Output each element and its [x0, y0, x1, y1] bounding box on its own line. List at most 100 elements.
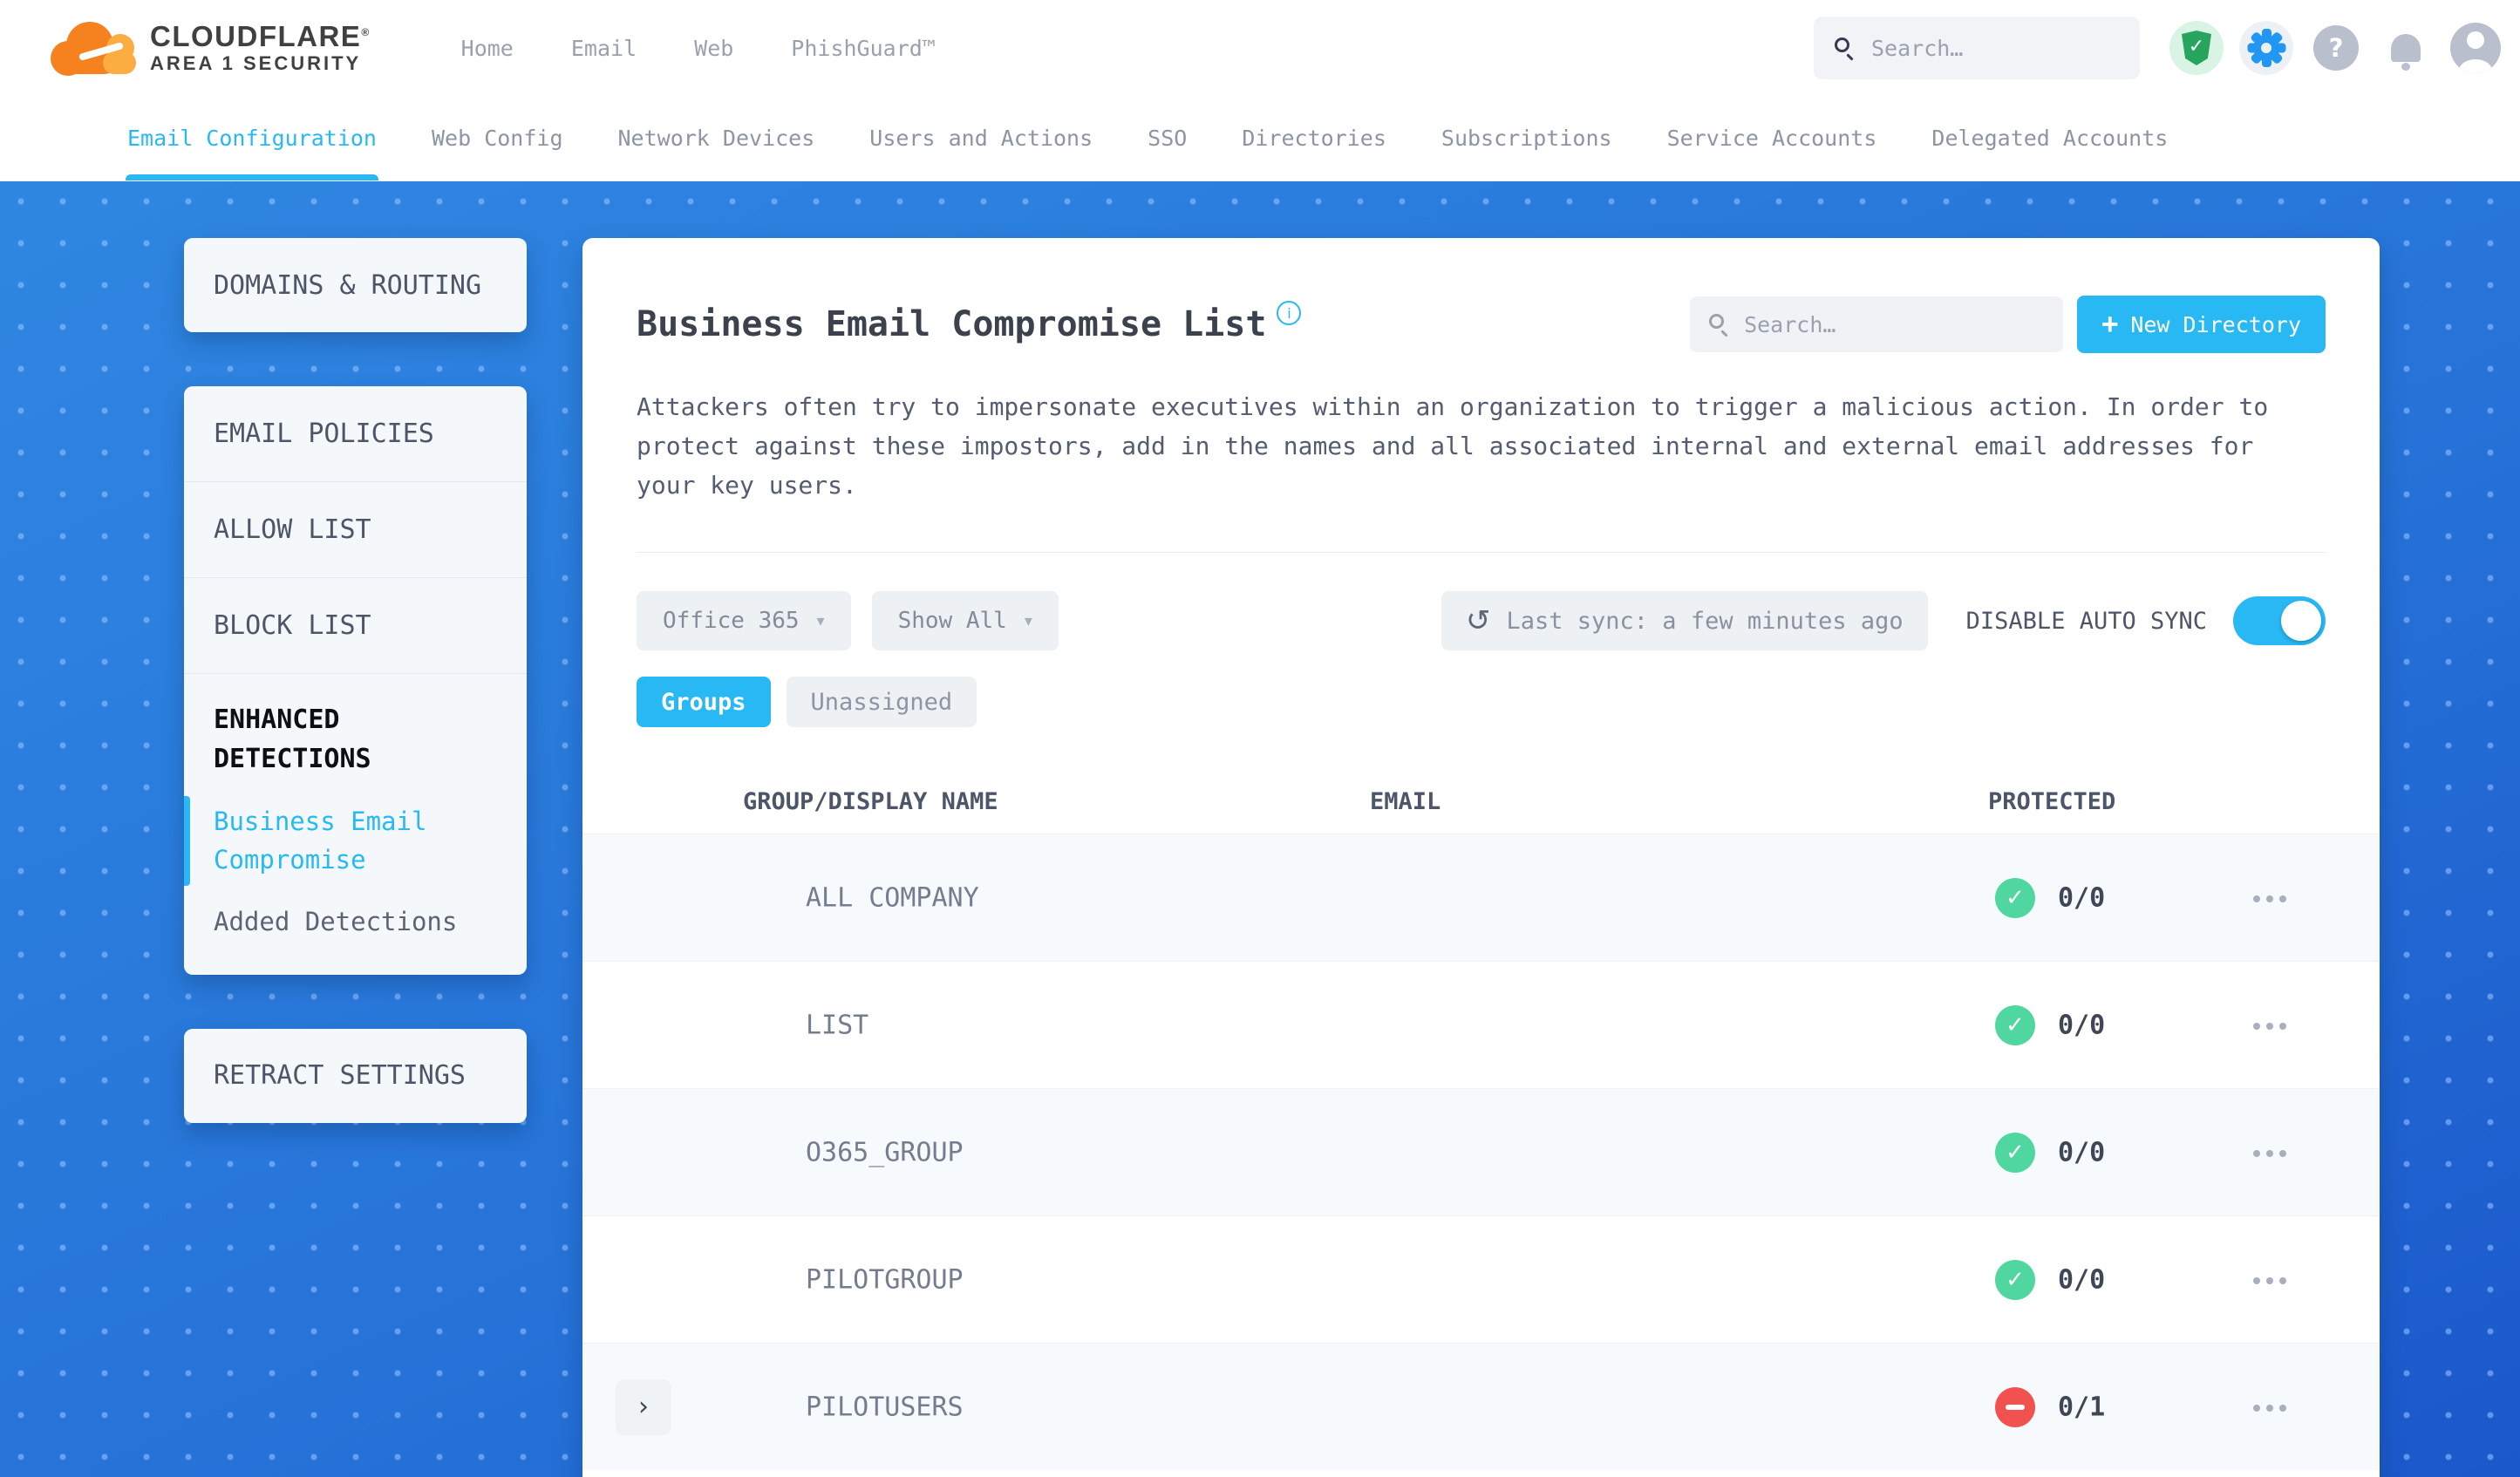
table-row[interactable]: › ALL COMPANY ✓ 0/0: [582, 834, 2380, 962]
protected-check-badge: ✓: [1995, 1132, 2035, 1173]
show-filter-dropdown[interactable]: Show All ▾: [871, 591, 1059, 651]
group-icon: [741, 1263, 783, 1297]
tab-directories[interactable]: Directories: [1242, 96, 1386, 180]
group-name: LIST: [806, 1010, 869, 1041]
registered-mark: ®: [361, 26, 371, 39]
tab-email-configuration[interactable]: Email Configuration: [126, 96, 378, 180]
security-status-button[interactable]: ✓: [2169, 21, 2224, 75]
group-name: O365_GROUP: [806, 1137, 964, 1168]
chevron-down-icon: ▾: [816, 611, 825, 630]
last-sync-text: Last sync: a few minutes ago: [1506, 607, 1904, 635]
group-icon: [741, 1136, 783, 1169]
tab-service-accounts[interactable]: Service Accounts: [1667, 96, 1877, 180]
cloudflare-logo[interactable]: CLOUDFLARE® AREA 1 SECURITY: [49, 20, 371, 76]
protected-count: 0/0: [2058, 1137, 2106, 1168]
logo-line1: CLOUDFLARE: [150, 20, 362, 53]
last-sync-button[interactable]: ↺ Last sync: a few minutes ago: [1441, 591, 1928, 651]
sidebar-enhanced-detections-section: ENHANCED DETECTIONS Business Email Compr…: [184, 674, 527, 975]
notifications-button[interactable]: [2379, 21, 2433, 75]
info-icon[interactable]: i: [1277, 301, 1302, 325]
directory-source-dropdown[interactable]: Office 365 ▾: [637, 591, 851, 651]
header-controls: + New Directory: [1690, 296, 2326, 353]
row-menu-button[interactable]: [2253, 1017, 2292, 1034]
tab-groups[interactable]: Groups: [637, 677, 771, 728]
protected-check-badge: ✓: [1995, 1004, 2035, 1045]
page-description: Attackers often try to impersonate execu…: [637, 392, 2269, 500]
sidebar-item-added-detections[interactable]: Added Detections: [214, 903, 497, 942]
search-icon: [1835, 37, 1856, 61]
sidebar-item-allow-list[interactable]: ALLOW LIST: [184, 482, 527, 578]
sidebar: DOMAINS & ROUTING EMAIL POLICIES ALLOW L…: [184, 238, 527, 1177]
top-nav-phishguard[interactable]: PhishGuard™: [791, 36, 936, 61]
tab-unassigned[interactable]: Unassigned: [786, 677, 977, 728]
row-menu-button[interactable]: [2253, 889, 2292, 907]
table-row[interactable]: › LIST ✓ 0/0: [582, 961, 2380, 1088]
search-icon: [1709, 314, 1730, 337]
config-subnav: Email Configuration Web Config Network D…: [0, 96, 2520, 180]
tab-users-and-actions[interactable]: Users and Actions: [869, 96, 1093, 180]
sidebar-item-domains-routing[interactable]: DOMAINS & ROUTING: [184, 238, 527, 332]
top-nav-web[interactable]: Web: [694, 36, 733, 61]
account-button[interactable]: [2448, 21, 2503, 75]
sidebar-item-enhanced-detections[interactable]: ENHANCED DETECTIONS: [214, 700, 497, 779]
tab-network-devices[interactable]: Network Devices: [618, 96, 815, 180]
tab-sso[interactable]: SSO: [1148, 96, 1187, 180]
group-icon: [741, 1009, 783, 1042]
expand-row-button[interactable]: ›: [616, 1378, 671, 1435]
protected-count: 0/0: [2058, 1010, 2106, 1041]
protected-count: 0/0: [2058, 882, 2106, 914]
new-directory-label: New Directory: [2130, 311, 2301, 337]
row-menu-button[interactable]: [2253, 1271, 2292, 1289]
row-menu-button[interactable]: [2253, 1144, 2292, 1161]
table-row[interactable]: › O365_GROUP ✓ 0/0: [582, 1088, 2380, 1216]
question-icon: ?: [2313, 25, 2359, 71]
table-row[interactable]: › PILOTGROUP ✓ 0/0: [582, 1215, 2380, 1343]
tab-delegated-accounts[interactable]: Delegated Accounts: [1931, 96, 2168, 180]
show-filter-value: Show All: [897, 608, 1007, 635]
auto-sync-label: DISABLE AUTO SYNC: [1965, 607, 2207, 635]
sidebar-email-group: EMAIL POLICIES ALLOW LIST BLOCK LIST ENH…: [184, 386, 527, 975]
app-root: CLOUDFLARE® AREA 1 SECURITY Home Email W…: [0, 0, 2520, 1477]
topbar: CLOUDFLARE® AREA 1 SECURITY Home Email W…: [0, 0, 2520, 96]
directory-source-value: Office 365: [663, 608, 800, 635]
tab-web-config[interactable]: Web Config: [432, 96, 563, 180]
directory-search-input[interactable]: [1744, 311, 2045, 337]
settings-button[interactable]: [2239, 21, 2293, 75]
sync-controls: ↺ Last sync: a few minutes ago DISABLE A…: [1441, 591, 2326, 651]
group-name: ALL COMPANY: [806, 882, 979, 914]
auto-sync-toggle[interactable]: [2233, 596, 2326, 646]
toggle-knob: [2281, 601, 2321, 642]
top-nav-email[interactable]: Email: [571, 36, 637, 61]
chevron-down-icon: ▾: [1024, 611, 1032, 630]
logo-line2: AREA 1 SECURITY: [150, 52, 362, 75]
protected-count: 0/1: [2058, 1392, 2106, 1423]
user-avatar-icon: [2450, 23, 2501, 73]
main-card: Business Email Compromise List i + New D…: [582, 238, 2380, 1477]
table-row[interactable]: › PILOTUSERS ✓ 0/1: [582, 1343, 2380, 1471]
card-header: Business Email Compromise List i + New D…: [637, 296, 2326, 353]
protected-check-badge: ✓: [1995, 877, 2035, 918]
logo-text: CLOUDFLARE® AREA 1 SECURITY: [150, 20, 371, 75]
sidebar-item-block-list[interactable]: BLOCK LIST: [184, 578, 527, 674]
directory-search[interactable]: [1690, 296, 2064, 352]
tab-subscriptions[interactable]: Subscriptions: [1441, 96, 1612, 180]
group-icon: [741, 1391, 783, 1424]
global-search[interactable]: [1814, 17, 2140, 79]
group-icon: [741, 881, 783, 915]
global-search-input[interactable]: [1871, 35, 2119, 61]
topbar-icons: ✓ ?: [2169, 21, 2503, 75]
sidebar-item-email-policies[interactable]: EMAIL POLICIES: [184, 386, 527, 482]
sync-icon: ↺: [1466, 603, 1491, 639]
help-button[interactable]: ?: [2309, 21, 2363, 75]
protected-blocked-badge: [1995, 1386, 2035, 1427]
column-header-email: EMAIL: [1370, 788, 1441, 816]
sidebar-item-business-email-compromise[interactable]: Business Email Compromise: [184, 796, 497, 886]
gear-icon: [2247, 29, 2285, 67]
column-header-protected: PROTECTED: [1988, 788, 2116, 816]
table-header: GROUP/DISPLAY NAME EMAIL PROTECTED: [582, 778, 2380, 834]
new-directory-button[interactable]: + New Directory: [2077, 296, 2326, 353]
top-nav-home[interactable]: Home: [461, 36, 514, 61]
chevron-right-icon: ›: [638, 1392, 649, 1423]
row-menu-button[interactable]: [2253, 1399, 2292, 1416]
sidebar-item-retract-settings[interactable]: RETRACT SETTINGS: [184, 1028, 527, 1123]
